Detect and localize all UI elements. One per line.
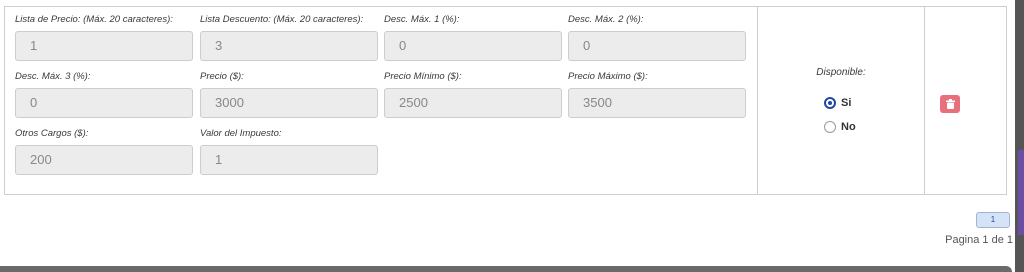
page-button-current[interactable]: 1 bbox=[976, 212, 1010, 228]
fields-cell: Lista de Precio: (Máx. 20 caracteres): 1… bbox=[5, 7, 757, 194]
otros-cargos-input[interactable]: 200 bbox=[15, 145, 193, 175]
price-list-row: Lista de Precio: (Máx. 20 caracteres): 1… bbox=[4, 6, 1007, 195]
field-label: Valor del Impuesto: bbox=[200, 128, 282, 139]
trash-icon bbox=[945, 99, 955, 109]
delete-button[interactable] bbox=[940, 95, 960, 113]
lista-descuento-input[interactable]: 3 bbox=[200, 31, 378, 61]
window-edge-accent bbox=[1018, 150, 1024, 235]
field-desc-max-2: Desc. Máx. 2 (%): 0 bbox=[568, 14, 746, 61]
radio-unchecked-icon bbox=[824, 121, 836, 133]
lista-precio-input[interactable]: 1 bbox=[15, 31, 193, 61]
bottom-bar bbox=[0, 266, 1012, 272]
availability-title: Disponible: bbox=[816, 67, 866, 78]
actions-cell bbox=[925, 7, 1006, 194]
precio-maximo-input[interactable]: 3500 bbox=[568, 88, 746, 118]
field-label: Lista Descuento: (Máx. 20 caracteres): bbox=[200, 14, 364, 25]
radio-si[interactable]: Si bbox=[824, 95, 851, 111]
field-otros-cargos: Otros Cargos ($): 200 bbox=[15, 128, 193, 175]
radio-no[interactable]: No bbox=[824, 119, 856, 135]
field-desc-max-1: Desc. Máx. 1 (%): 0 bbox=[384, 14, 562, 61]
availability-cell: Disponible: Si No bbox=[757, 7, 925, 194]
field-label: Precio ($): bbox=[200, 71, 244, 82]
field-label: Otros Cargos ($): bbox=[15, 128, 89, 139]
desc-max-3-input[interactable]: 0 bbox=[15, 88, 193, 118]
field-precio: Precio ($): 3000 bbox=[200, 71, 378, 118]
desc-max-2-input[interactable]: 0 bbox=[568, 31, 746, 61]
pagination-summary: Pagina 1 de 1 bbox=[945, 234, 1013, 246]
field-label: Precio Mínimo ($): bbox=[384, 71, 462, 82]
field-precio-maximo: Precio Máximo ($): 3500 bbox=[568, 71, 746, 118]
field-desc-max-3: Desc. Máx. 3 (%): 0 bbox=[15, 71, 193, 118]
field-label: Desc. Máx. 3 (%): bbox=[15, 71, 91, 82]
radio-label: No bbox=[841, 121, 856, 133]
radio-label: Si bbox=[841, 97, 852, 109]
field-precio-minimo: Precio Mínimo ($): 2500 bbox=[384, 71, 562, 118]
precio-input[interactable]: 3000 bbox=[200, 88, 378, 118]
field-label: Precio Máximo ($): bbox=[568, 71, 648, 82]
field-valor-impuesto: Valor del Impuesto: 1 bbox=[200, 128, 378, 175]
field-label: Desc. Máx. 2 (%): bbox=[568, 14, 644, 25]
field-lista-precio: Lista de Precio: (Máx. 20 caracteres): 1 bbox=[15, 14, 193, 61]
field-label: Lista de Precio: (Máx. 20 caracteres): bbox=[15, 14, 173, 25]
radio-checked-icon bbox=[824, 97, 836, 109]
field-label: Desc. Máx. 1 (%): bbox=[384, 14, 460, 25]
valor-impuesto-input[interactable]: 1 bbox=[200, 145, 378, 175]
desc-max-1-input[interactable]: 0 bbox=[384, 31, 562, 61]
precio-minimo-input[interactable]: 2500 bbox=[384, 88, 562, 118]
field-lista-descuento: Lista Descuento: (Máx. 20 caracteres): 3 bbox=[200, 14, 378, 61]
